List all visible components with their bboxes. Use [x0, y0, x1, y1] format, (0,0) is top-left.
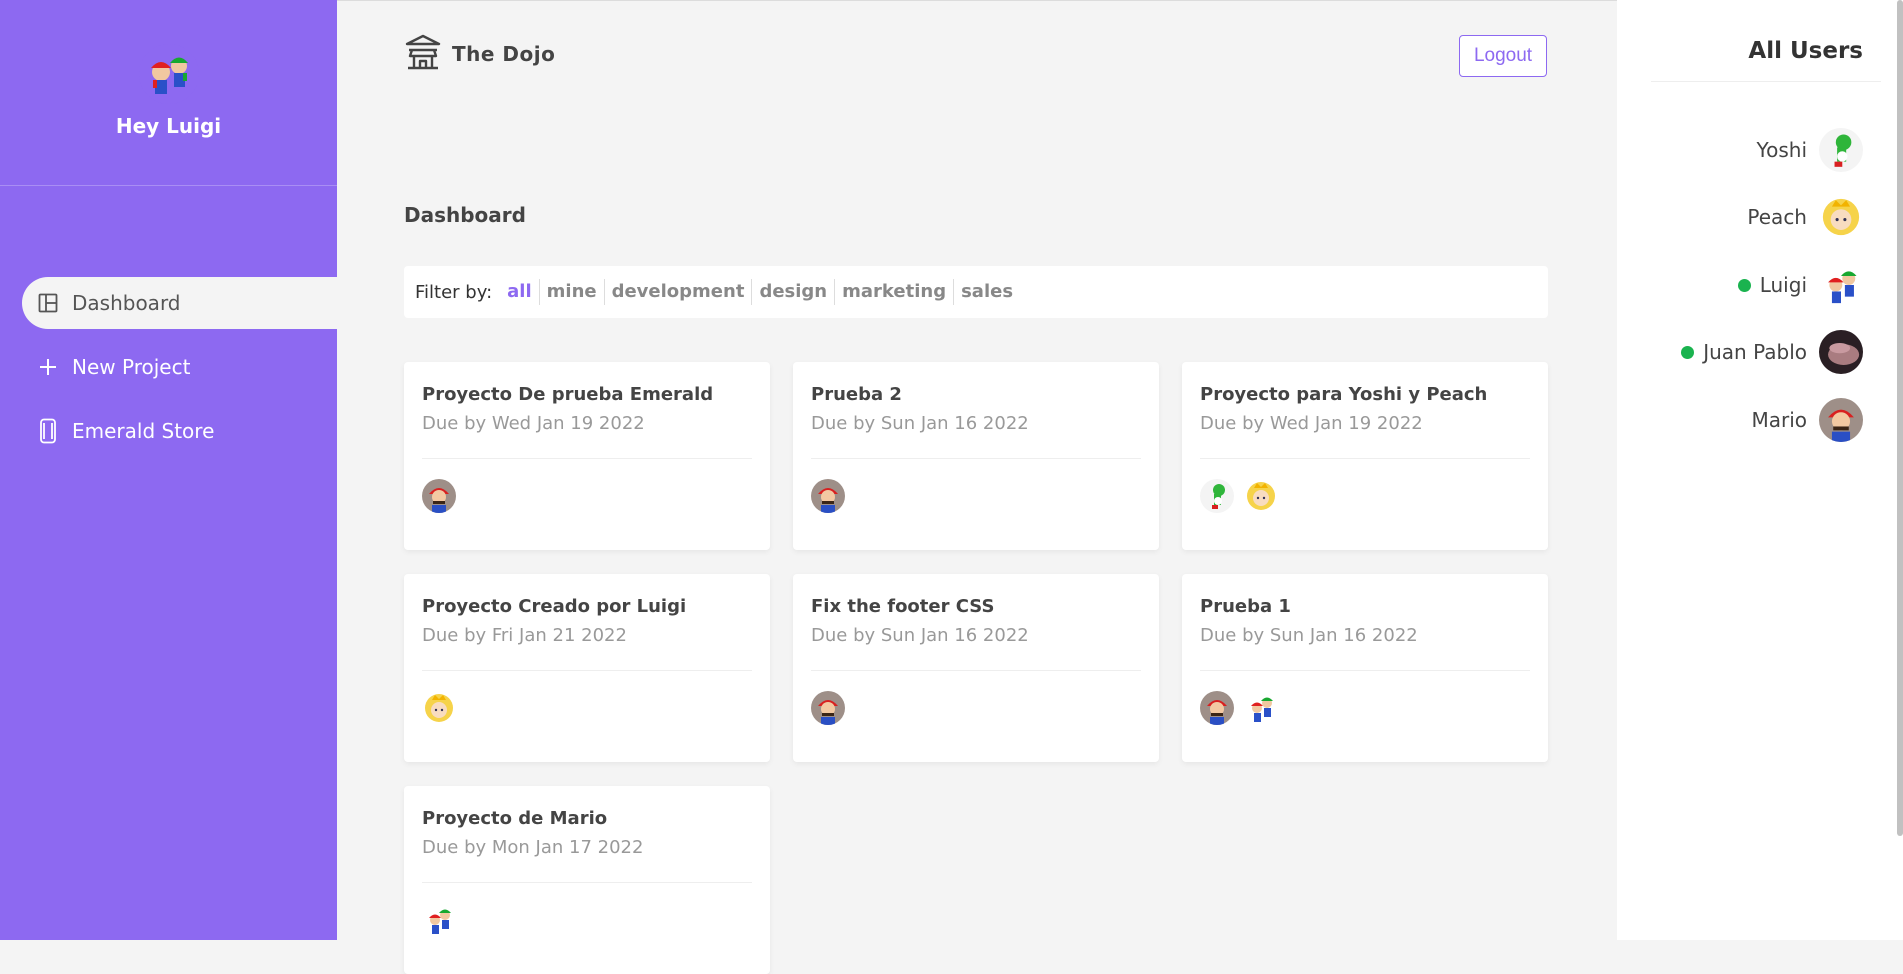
project-due-date: Due by Fri Jan 21 2022	[422, 625, 627, 646]
member-avatar-mario	[811, 479, 845, 513]
project-due-date: Due by Sun Jan 16 2022	[811, 413, 1029, 434]
main-content: The Dojo Logout Dashboard Filter by: all…	[337, 0, 1617, 974]
user-row-peach[interactable]: Peach	[1747, 195, 1863, 239]
project-card[interactable]: Prueba 2 Due by Sun Jan 16 2022	[793, 362, 1159, 550]
filter-option-mine[interactable]: mine	[538, 279, 604, 305]
brand-name: The Dojo	[452, 42, 556, 66]
nav-label-dashboard: Dashboard	[72, 291, 181, 315]
member-avatar-mario	[1200, 691, 1234, 725]
nav-label-emerald-store: Emerald Store	[72, 419, 215, 443]
card-divider	[811, 670, 1141, 671]
member-avatar-peach	[1244, 479, 1278, 513]
filter-option-sales[interactable]: sales	[953, 279, 1020, 305]
temple-icon	[404, 34, 442, 74]
plus-icon	[36, 355, 60, 379]
project-members	[1200, 479, 1530, 513]
user-avatar-peach	[1819, 195, 1863, 239]
greeting: Hey Luigi	[115, 114, 222, 138]
project-members	[422, 479, 752, 513]
member-avatar-peach	[422, 691, 456, 725]
sidebar-nav: Dashboard New Project Emerald Store	[0, 277, 337, 457]
member-avatar-mario	[811, 691, 845, 725]
sidebar: Hey Luigi Dashboard New Project Emerald …	[0, 0, 337, 940]
user-avatar-juan-pablo	[1819, 330, 1863, 374]
users-panel-title: All Users	[1748, 38, 1863, 64]
filter-label: Filter by:	[415, 281, 493, 303]
project-title: Prueba 2	[811, 384, 902, 405]
project-title: Proyecto Creado por Luigi	[422, 596, 687, 617]
sidebar-user: Hey Luigi	[0, 0, 337, 186]
user-avatar	[138, 44, 199, 104]
page-title: Dashboard	[404, 203, 526, 227]
project-due-date: Due by Mon Jan 17 2022	[422, 837, 644, 858]
online-status-indicator	[1681, 345, 1695, 359]
user-row-mario[interactable]: Mario	[1751, 398, 1863, 442]
user-name: Peach	[1747, 205, 1807, 229]
card-divider	[422, 670, 752, 671]
dashboard-icon	[36, 291, 60, 315]
project-members	[1200, 691, 1530, 725]
card-divider	[1200, 458, 1530, 459]
project-card[interactable]: Proyecto para Yoshi y Peach Due by Wed J…	[1182, 362, 1548, 550]
member-avatar-luigi	[422, 903, 456, 937]
nav-label-new-project: New Project	[72, 355, 191, 379]
project-card[interactable]: Proyecto De prueba Emerald Due by Wed Ja…	[404, 362, 770, 550]
online-status-indicator	[1737, 278, 1751, 292]
project-title: Proyecto de Mario	[422, 808, 608, 829]
project-due-date: Due by Wed Jan 19 2022	[1200, 413, 1423, 434]
scrollbar[interactable]	[1897, 0, 1903, 836]
nav-item-new-project[interactable]: New Project	[22, 341, 337, 393]
user-avatar-yoshi	[1819, 128, 1863, 172]
filter-option-design[interactable]: design	[751, 279, 834, 305]
user-row-yoshi[interactable]: Yoshi	[1757, 128, 1863, 172]
user-name: Luigi	[1759, 273, 1807, 297]
project-title: Prueba 1	[1200, 596, 1291, 617]
user-avatar-luigi	[1819, 263, 1863, 307]
card-divider	[422, 458, 752, 459]
phone-icon	[36, 418, 60, 444]
logout-button[interactable]: Logout	[1459, 35, 1547, 77]
user-row-luigi[interactable]: Luigi	[1737, 263, 1863, 307]
project-members	[422, 691, 752, 725]
card-divider	[1200, 670, 1530, 671]
member-avatar-mario	[422, 479, 456, 513]
member-avatar-yoshi	[1200, 479, 1234, 513]
user-row-juan-pablo[interactable]: Juan Pablo	[1681, 330, 1863, 374]
project-card[interactable]: Fix the footer CSS Due by Sun Jan 16 202…	[793, 574, 1159, 762]
card-divider	[422, 882, 752, 883]
project-members	[422, 903, 752, 937]
user-avatar-mario	[1819, 398, 1863, 442]
filter-option-marketing[interactable]: marketing	[834, 279, 953, 305]
filter-option-all[interactable]: all	[500, 279, 539, 305]
user-name: Mario	[1751, 408, 1807, 432]
project-title: Proyecto para Yoshi y Peach	[1200, 384, 1488, 405]
project-due-date: Due by Sun Jan 16 2022	[811, 625, 1029, 646]
project-card[interactable]: Proyecto Creado por Luigi Due by Fri Jan…	[404, 574, 770, 762]
user-name: Yoshi	[1756, 138, 1807, 162]
filter-option-development[interactable]: development	[603, 279, 752, 305]
nav-item-emerald-store[interactable]: Emerald Store	[22, 405, 337, 457]
project-card[interactable]: Proyecto de Mario Due by Mon Jan 17 2022	[404, 786, 770, 974]
project-due-date: Due by Wed Jan 19 2022	[422, 413, 645, 434]
brand[interactable]: The Dojo	[404, 34, 555, 74]
nav-item-dashboard[interactable]: Dashboard	[22, 277, 337, 329]
users-panel-divider	[1651, 81, 1881, 82]
project-due-date: Due by Sun Jan 16 2022	[1200, 625, 1418, 646]
project-card[interactable]: Prueba 1 Due by Sun Jan 16 2022	[1182, 574, 1548, 762]
project-members	[811, 691, 1141, 725]
user-name: Juan Pablo	[1703, 340, 1807, 364]
project-title: Proyecto De prueba Emerald	[422, 384, 714, 405]
project-filter: Filter by: all mine development design m…	[404, 266, 1548, 318]
card-divider	[811, 458, 1141, 459]
project-members	[811, 479, 1141, 513]
member-avatar-luigi	[1244, 691, 1278, 725]
project-title: Fix the footer CSS	[811, 596, 995, 617]
users-panel: All Users Yoshi Peach Luigi Juan Pablo M…	[1617, 0, 1903, 940]
